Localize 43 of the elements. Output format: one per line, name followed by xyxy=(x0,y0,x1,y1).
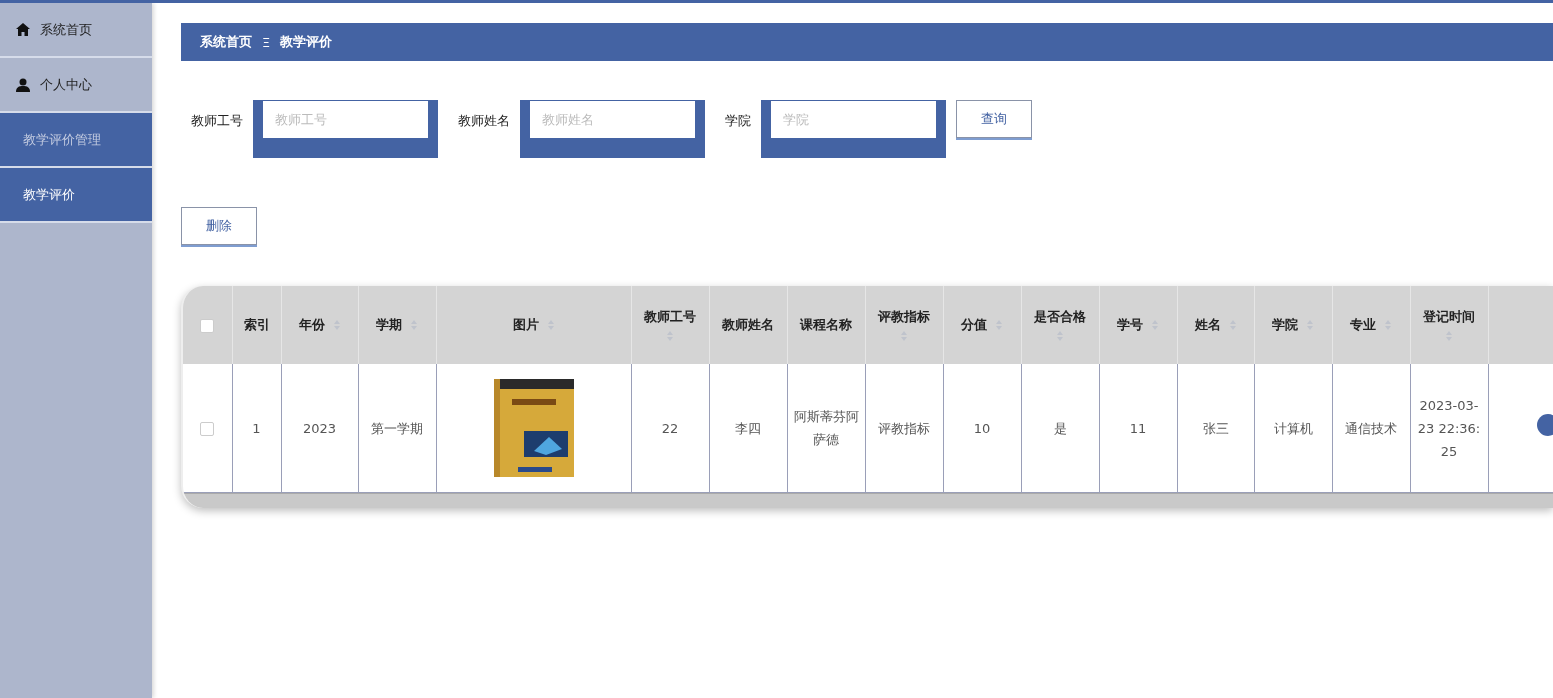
header-text: 学院 xyxy=(1272,316,1298,334)
breadcrumb-link[interactable]: 系统首页 xyxy=(200,33,252,51)
field-label: 学院 xyxy=(724,112,751,130)
search-button[interactable]: 查询 xyxy=(956,100,1032,138)
sidebar-item[interactable]: 系统首页 xyxy=(0,3,152,58)
header-text: 索引 xyxy=(243,316,270,334)
search-field[interactable]: 教师工号 xyxy=(253,100,438,158)
header-text: 学号 xyxy=(1117,316,1143,334)
table-cell: 第一学期 xyxy=(358,364,436,493)
table-cell: 10 xyxy=(943,364,1021,493)
breadcrumb-current: 教学评价 xyxy=(280,33,333,51)
header-text: 课程名称 xyxy=(800,316,852,334)
table-cell: 计算机 xyxy=(1254,364,1332,493)
field-label: 教师工号 xyxy=(190,112,243,130)
header-text: 教师工号 xyxy=(644,308,696,326)
header-text: 教师姓名 xyxy=(722,316,774,334)
header-text: 年份 xyxy=(298,316,325,334)
header-text: 姓名 xyxy=(1194,316,1221,334)
header-text: 专业 xyxy=(1350,316,1376,334)
header-text: 登记时间 xyxy=(1423,308,1475,326)
breadcrumb-separator: Ξ xyxy=(262,34,271,50)
table-cell: 李四 xyxy=(709,364,787,493)
header-text: 评教指标 xyxy=(878,308,930,326)
table-cell: 2023-03-23 22:36:25 xyxy=(1410,364,1488,493)
header-text: 学期 xyxy=(376,316,402,334)
search-field[interactable]: 教师姓名 xyxy=(520,100,705,158)
sidebar-item[interactable]: 教学评价 xyxy=(0,168,152,223)
table-cell: 张三 xyxy=(1177,364,1254,493)
delete-button[interactable]: 删除 xyxy=(181,207,257,245)
table-cell: 通信技术 xyxy=(1332,364,1410,493)
header-text: 分值 xyxy=(961,316,987,334)
header-text: 图片 xyxy=(512,316,539,334)
header-text: 是否合格 xyxy=(1034,308,1086,326)
search-field[interactable]: 学院 xyxy=(761,100,946,158)
table-cell: 11 xyxy=(1099,364,1177,493)
table-cell: 评教指标 xyxy=(865,364,943,493)
table-cell: 1 xyxy=(232,364,281,493)
table-cell: 阿斯蒂芬阿萨德 xyxy=(787,364,865,493)
table-cell: 2023 xyxy=(281,364,358,493)
field-label: 教师姓名 xyxy=(457,112,510,130)
table-cell: 22 xyxy=(631,364,709,493)
table-cell: 是 xyxy=(1021,364,1099,493)
sidebar-item[interactable]: 教学评价管理 xyxy=(0,113,152,168)
